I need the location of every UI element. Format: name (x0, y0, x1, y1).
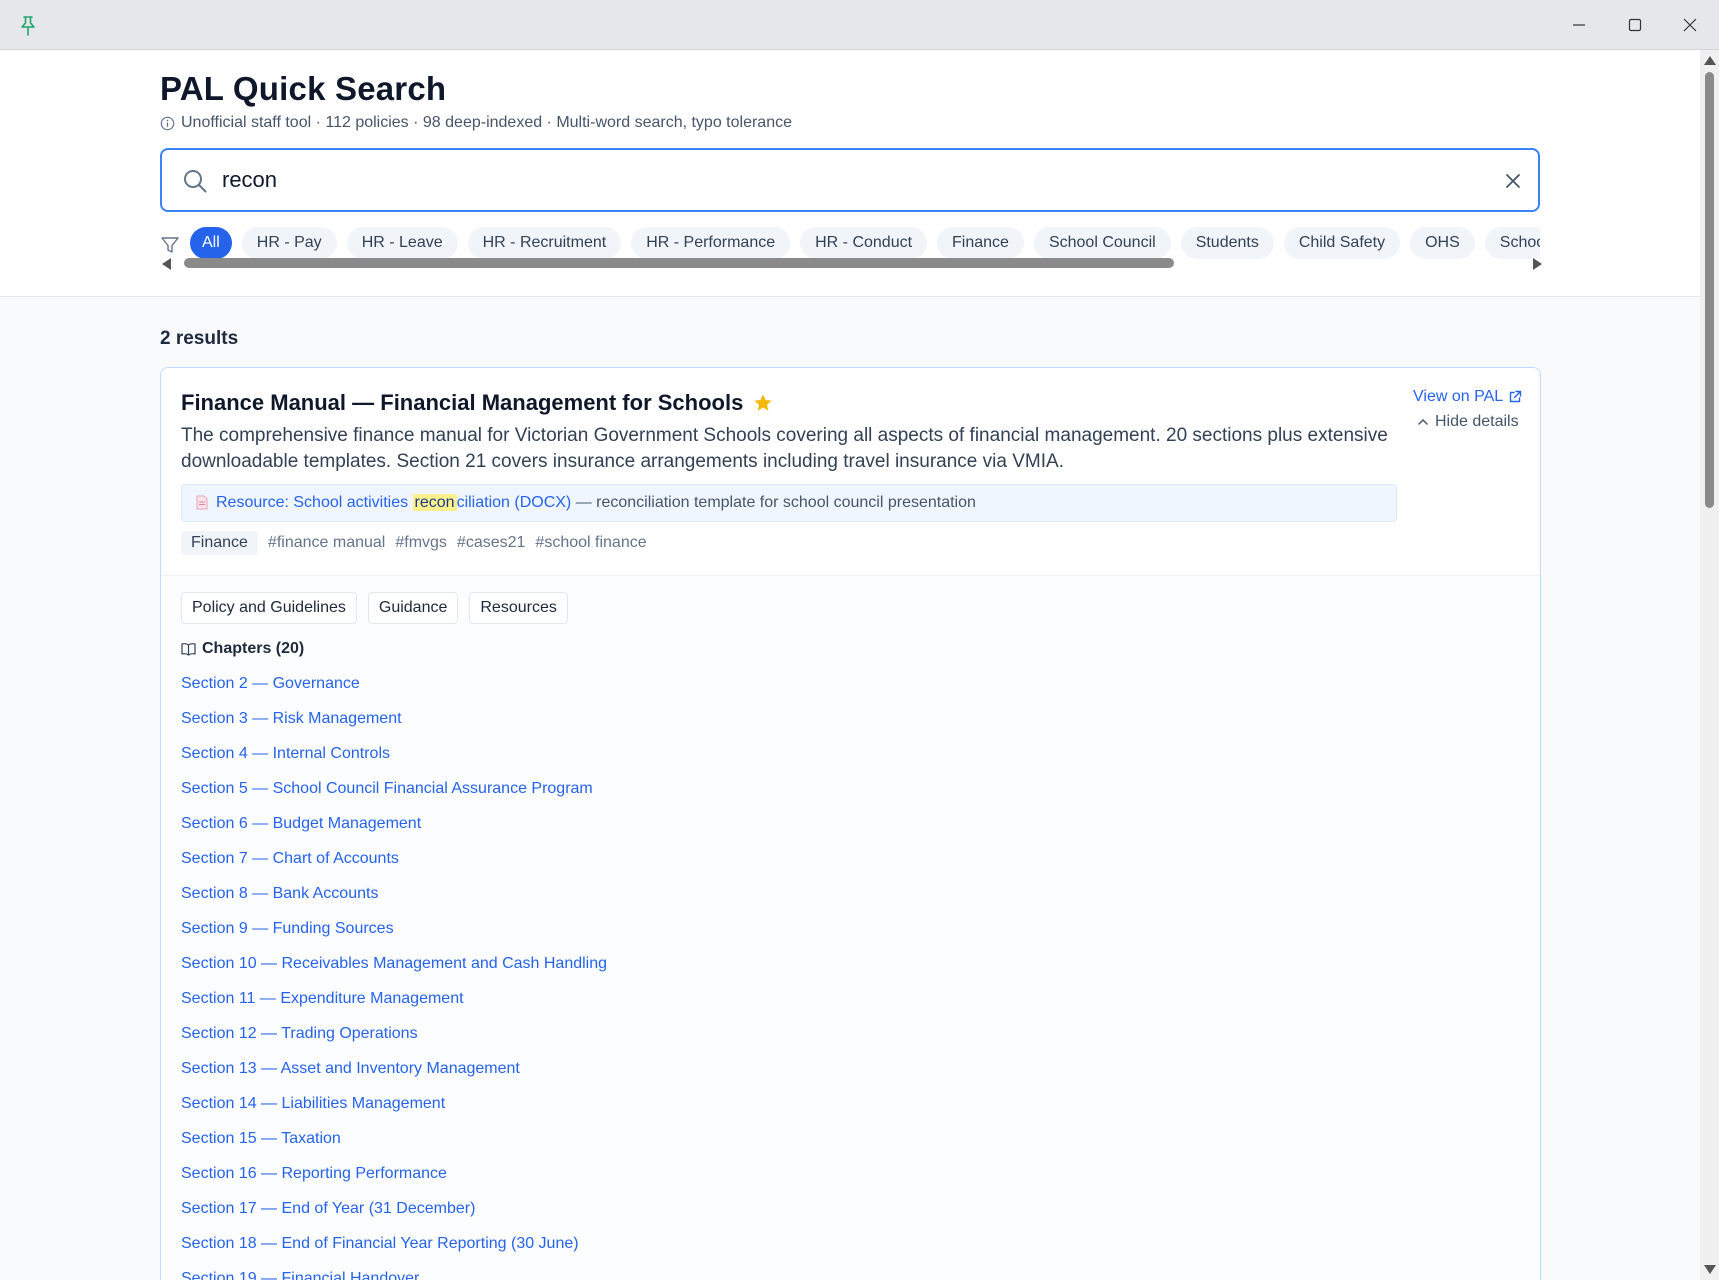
filter-chip-child-safety[interactable]: Child Safety (1283, 227, 1401, 259)
chapter-link[interactable]: Section 2 — Governance (181, 673, 607, 708)
resource-link-prefix[interactable]: Resource: School activities (216, 494, 413, 511)
filter-chip-all[interactable]: All (190, 227, 232, 259)
scroll-left-arrow-icon[interactable] (162, 258, 171, 270)
filter-chip-hr-recruitment[interactable]: HR - Recruitment (467, 227, 622, 259)
filter-chip-students[interactable]: Students (1180, 227, 1274, 259)
minimize-icon (1573, 24, 1585, 26)
chapter-link[interactable]: Section 4 — Internal Controls (181, 743, 607, 778)
chapter-link[interactable]: Section 15 — Taxation (181, 1128, 607, 1163)
chapter-link[interactable]: Section 16 — Reporting Performance (181, 1163, 607, 1198)
filter-chip-ohs[interactable]: OHS (1410, 227, 1475, 259)
info-icon (160, 116, 175, 130)
filter-chips: All HR - Pay HR - Leave HR - Recruitment… (190, 227, 1540, 259)
star-icon[interactable] (753, 393, 773, 413)
chapter-link[interactable]: Section 13 — Asset and Inventory Managem… (181, 1058, 607, 1093)
scrollbar-thumb[interactable] (1705, 72, 1714, 508)
maximize-button[interactable] (1612, 10, 1658, 40)
filter-chip-hr-leave[interactable]: HR - Leave (346, 227, 458, 259)
close-icon (1683, 18, 1697, 32)
filter-chip-school-council[interactable]: School Council (1033, 227, 1171, 259)
subtitle-text: Unofficial staff tool · 112 policies · 9… (181, 114, 792, 131)
chapter-link[interactable]: Section 7 — Chart of Accounts (181, 848, 607, 883)
maximize-icon (1628, 18, 1642, 32)
view-on-pal-link[interactable]: View on PAL (1413, 388, 1522, 406)
chapter-link[interactable]: Section 3 — Risk Management (181, 708, 607, 743)
chapter-link[interactable]: Section 8 — Bank Accounts (181, 883, 607, 918)
results-count: 2 results (160, 328, 239, 349)
tag: #fmvgs (395, 534, 447, 551)
hide-details-toggle[interactable]: Hide details (1417, 413, 1519, 431)
chapter-link[interactable]: Section 6 — Budget Management (181, 813, 607, 848)
subtitle: Unofficial staff tool · 112 policies · 9… (160, 114, 792, 132)
result-description: The comprehensive finance manual for Vic… (181, 425, 1388, 472)
tab-policy-and-guidelines[interactable]: Policy and Guidelines (181, 592, 357, 624)
tag: #finance manual (267, 534, 386, 551)
pin-icon[interactable] (18, 15, 38, 37)
search-match-highlight: recon (412, 494, 457, 511)
chapter-link[interactable]: Section 17 — End of Year (31 December) (181, 1198, 607, 1233)
scroll-down-arrow-icon[interactable] (1704, 1265, 1716, 1274)
filter-chip-finance[interactable]: Finance (937, 227, 1024, 259)
page-vertical-scrollbar[interactable] (1700, 50, 1719, 1280)
chapter-link[interactable]: Section 11 — Expenditure Management (181, 988, 607, 1023)
chapters-heading: Chapters (20) (181, 640, 304, 658)
chapters-label: Chapters (20) (202, 640, 305, 657)
hide-details-label: Hide details (1435, 413, 1519, 430)
result-title[interactable]: Finance Manual — Financial Management fo… (181, 390, 773, 416)
search-input[interactable] (222, 158, 1452, 202)
result-details: Policy and Guidelines Guidance Resources… (161, 576, 1540, 1280)
result-title-text: Finance Manual — Financial Management fo… (181, 390, 744, 415)
document-icon (196, 495, 208, 510)
matched-resource[interactable]: Resource: School activities recon ciliati… (181, 484, 1397, 522)
tab-resources[interactable]: Resources (469, 592, 568, 624)
filter-icon (161, 237, 179, 253)
tag: #school finance (535, 534, 647, 551)
filter-chip-schools[interactable]: Schoo (1484, 227, 1540, 259)
page-title: PAL Quick Search (160, 70, 447, 107)
filter-chip-hr-pay[interactable]: HR - Pay (241, 227, 337, 259)
chapter-link[interactable]: Section 14 — Liabilities Management (181, 1093, 607, 1128)
filter-chip-hr-performance[interactable]: HR - Performance (631, 227, 791, 259)
close-window-button[interactable] (1667, 10, 1713, 40)
minimize-button[interactable] (1556, 10, 1602, 40)
chapter-list: Section 2 — Governance Section 3 — Risk … (181, 673, 607, 1280)
view-on-pal-label: View on PAL (1413, 388, 1504, 405)
chapter-link[interactable]: Section 9 — Funding Sources (181, 918, 607, 953)
tag: #cases21 (456, 534, 526, 551)
chapter-link[interactable]: Section 12 — Trading Operations (181, 1023, 607, 1058)
result-card: Finance Manual — Financial Management fo… (160, 367, 1541, 1280)
clear-search-icon[interactable] (1502, 170, 1524, 192)
chapter-link[interactable]: Section 18 — End of Financial Year Repor… (181, 1233, 607, 1268)
tab-guidance[interactable]: Guidance (367, 592, 459, 624)
category-badge: Finance (181, 531, 258, 555)
scroll-up-arrow-icon[interactable] (1704, 56, 1716, 65)
book-open-icon (181, 643, 196, 656)
resource-description: — reconciliation template for school cou… (571, 494, 976, 511)
chapter-link[interactable]: Section 5 — School Council Financial Ass… (181, 778, 607, 813)
scroll-right-arrow-icon[interactable] (1533, 258, 1542, 270)
search-box[interactable] (160, 148, 1540, 212)
scrollbar-thumb[interactable] (184, 258, 1174, 268)
external-link-icon (1509, 390, 1522, 403)
chevron-up-icon (1418, 418, 1428, 425)
resource-link-suffix[interactable]: ciliation (DOCX) (457, 494, 572, 511)
detail-tabs: Policy and Guidelines Guidance Resources (181, 592, 568, 624)
filter-chip-hr-conduct[interactable]: HR - Conduct (800, 227, 928, 259)
chapter-link[interactable]: Section 10 — Receivables Management and … (181, 953, 607, 988)
search-icon (184, 170, 207, 193)
chapter-link[interactable]: Section 19 — Financial Handover (181, 1268, 607, 1280)
result-card-summary: Finance Manual — Financial Management fo… (161, 368, 1540, 576)
result-tags: Finance #finance manual #fmvgs #cases21 … (181, 531, 647, 555)
filter-horizontal-scrollbar[interactable] (162, 256, 1542, 270)
window-titlebar (0, 0, 1719, 50)
